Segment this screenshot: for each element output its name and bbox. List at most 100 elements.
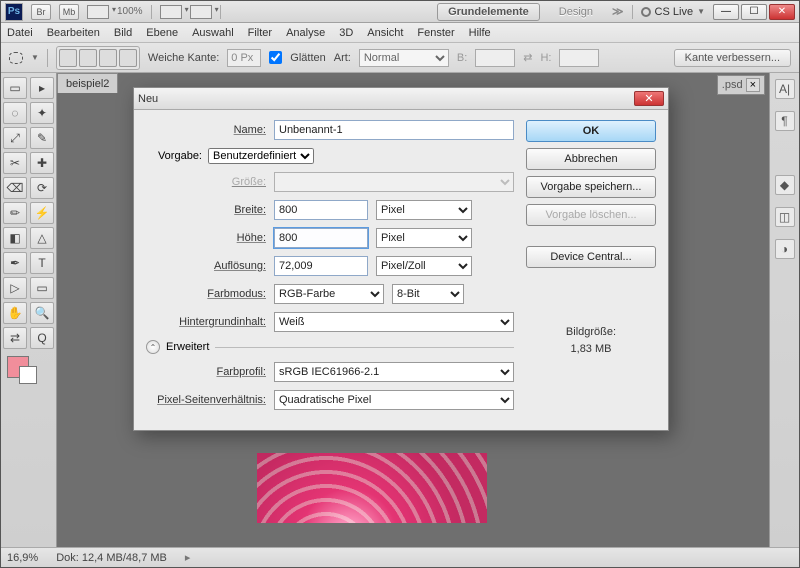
ok-button[interactable]: OK (526, 120, 656, 142)
tool-brush[interactable]: ✚ (30, 152, 54, 174)
refine-edge-button[interactable]: Kante verbessern... (674, 49, 791, 67)
tool-stamp[interactable]: ⌫ (3, 177, 27, 199)
size-select (274, 172, 514, 192)
tool-move[interactable]: ▸ (30, 77, 54, 99)
tool-crop[interactable]: ⤢ (3, 127, 27, 149)
menu-fenster[interactable]: Fenster (417, 27, 454, 39)
doc-tab-ext: .psd (722, 79, 743, 91)
tool-heal[interactable]: ✂ (3, 152, 27, 174)
view-extras-dropdown[interactable] (87, 5, 109, 19)
tool-pen[interactable]: ✒ (3, 252, 27, 274)
colormode-select[interactable]: RGB-Farbe (274, 284, 384, 304)
tool-swap-colors[interactable]: ⇄ (3, 327, 27, 349)
selection-mode-group (56, 46, 140, 70)
background-select[interactable]: Weiß (274, 312, 514, 332)
width-input[interactable] (274, 200, 368, 220)
canvas-image[interactable] (257, 453, 487, 523)
document-tab[interactable]: beispiel2 (57, 73, 118, 93)
color-swatches[interactable] (3, 352, 27, 386)
height-unit-select[interactable]: Pixel (376, 228, 472, 248)
menu-ansicht[interactable]: Ansicht (367, 27, 403, 39)
tool-dodge[interactable]: △ (30, 227, 54, 249)
dialog-close-button[interactable]: ✕ (634, 91, 664, 106)
channels-panel-icon[interactable]: ◫ (775, 207, 795, 227)
title-bar: Ps Br Mb 100% Grundelemente Design ≫ CS … (1, 1, 799, 23)
screen-mode-dropdown[interactable] (190, 5, 212, 19)
tool-eraser[interactable]: ✏ (3, 202, 27, 224)
right-panel-dock: A| ¶ ◆ ◫ ◑ (769, 73, 799, 549)
selection-intersect[interactable] (119, 49, 137, 67)
tool-type[interactable]: T (30, 252, 54, 274)
character-panel-icon[interactable]: A| (775, 79, 795, 99)
menu-bild[interactable]: Bild (114, 27, 132, 39)
menu-filter[interactable]: Filter (248, 27, 272, 39)
doc-tab-label: beispiel2 (66, 78, 109, 90)
minibridge-button[interactable]: Mb (59, 4, 79, 20)
tool-history[interactable]: ⟳ (30, 177, 54, 199)
zoom-level[interactable]: 100% (117, 6, 143, 17)
layers-panel-icon[interactable]: ◆ (775, 175, 795, 195)
style-select[interactable]: Normal (359, 49, 449, 67)
advanced-label[interactable]: Erweitert (166, 341, 209, 353)
swap-wh-icon: ⇄ (523, 51, 532, 64)
menu-analyse[interactable]: Analyse (286, 27, 325, 39)
paths-panel-icon[interactable]: ◑ (775, 239, 795, 259)
workspace-more[interactable]: ≫ (612, 5, 624, 18)
device-central-button[interactable]: Device Central... (526, 246, 656, 268)
antialias-checkbox[interactable] (269, 51, 282, 64)
name-input[interactable] (274, 120, 514, 140)
tool-zoom[interactable]: 🔍 (30, 302, 54, 324)
tool-marquee[interactable]: ▭ (3, 77, 27, 99)
width-unit-select[interactable]: Pixel (376, 200, 472, 220)
menu-bearbeiten[interactable]: Bearbeiten (47, 27, 100, 39)
resolution-unit-select[interactable]: Pixel/Zoll (376, 256, 472, 276)
advanced-toggle-icon[interactable]: ⌃ (146, 340, 160, 354)
tool-preset-icon[interactable] (9, 52, 23, 64)
paragraph-panel-icon[interactable]: ¶ (775, 111, 795, 131)
menu-ebene[interactable]: Ebene (146, 27, 178, 39)
tool-wand[interactable]: ✦ (30, 102, 54, 124)
separator (151, 5, 152, 19)
save-preset-button[interactable]: Vorgabe speichern... (526, 176, 656, 198)
dialog-titlebar[interactable]: Neu ✕ (134, 88, 668, 110)
menu-datei[interactable]: Datei (7, 27, 33, 39)
height-input[interactable] (274, 228, 368, 248)
arrange-docs-dropdown[interactable] (160, 5, 182, 19)
resolution-input[interactable] (274, 256, 368, 276)
colorprofile-select[interactable]: sRGB IEC61966-2.1 (274, 362, 514, 382)
workspace-essentials[interactable]: Grundelemente (437, 3, 540, 21)
tool-path[interactable]: ▷ (3, 277, 27, 299)
image-size-info: Bildgröße: 1,83 MB (526, 324, 656, 357)
maximize-button[interactable]: ☐ (741, 4, 767, 20)
tools-panel: ▭ ▸ ◌ ✦ ⤢ ✎ ✂ ✚ ⌫ ⟳ ✏ ⚡ ◧ △ ✒ T ▷ ▭ ✋ 🔍 … (1, 73, 57, 549)
pixelaspect-select[interactable]: Quadratische Pixel (274, 390, 514, 410)
bitdepth-select[interactable]: 8-Bit (392, 284, 464, 304)
tool-lasso[interactable]: ◌ (3, 102, 27, 124)
cancel-button[interactable]: Abbrechen (526, 148, 656, 170)
background-color[interactable] (19, 366, 37, 384)
close-button[interactable]: ✕ (769, 4, 795, 20)
feather-input[interactable] (227, 49, 261, 67)
tool-eyedropper[interactable]: ✎ (30, 127, 54, 149)
tool-quickmask[interactable]: Q (30, 327, 54, 349)
tool-gradient[interactable]: ⚡ (30, 202, 54, 224)
status-doc-size[interactable]: Dok: 12,4 MB/48,7 MB (56, 552, 167, 564)
status-menu-icon[interactable]: ▸ (185, 551, 191, 564)
tool-shape[interactable]: ▭ (30, 277, 54, 299)
menu-hilfe[interactable]: Hilfe (469, 27, 491, 39)
status-zoom[interactable]: 16,9% (7, 552, 38, 564)
selection-subtract[interactable] (99, 49, 117, 67)
preset-select[interactable]: Benutzerdefiniert (208, 148, 314, 164)
workspace-design[interactable]: Design (548, 3, 604, 21)
minimize-button[interactable]: — (713, 4, 739, 20)
selection-add[interactable] (79, 49, 97, 67)
bridge-button[interactable]: Br (31, 4, 51, 20)
tool-hand[interactable]: ✋ (3, 302, 27, 324)
menu-3d[interactable]: 3D (339, 27, 353, 39)
tool-blur[interactable]: ◧ (3, 227, 27, 249)
cs-live-button[interactable]: CS Live▼ (641, 6, 705, 18)
menu-auswahl[interactable]: Auswahl (192, 27, 234, 39)
style-label: Art: (334, 52, 351, 64)
close-doc-icon[interactable]: × (746, 78, 760, 92)
selection-new[interactable] (59, 49, 77, 67)
